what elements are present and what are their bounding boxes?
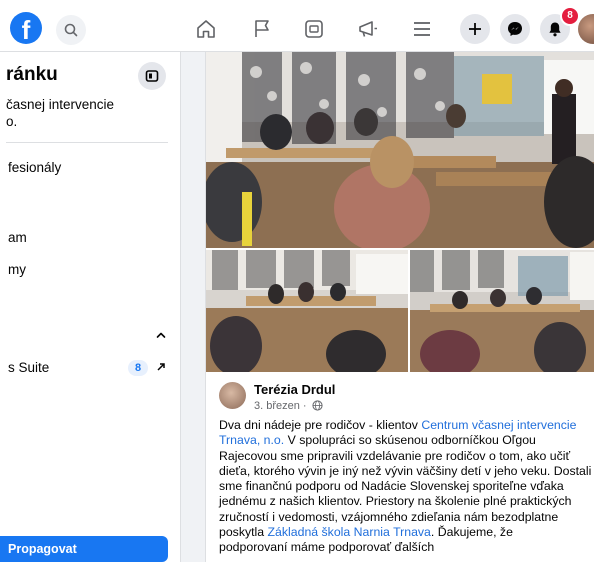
post-date[interactable]: 3. březen ·	[254, 400, 307, 412]
account-avatar[interactable]	[578, 14, 594, 44]
sidebar-item-my[interactable]: my	[8, 262, 26, 277]
post-photo-2[interactable]	[206, 250, 408, 372]
post-body: Dva dni nádeje pre rodičov - klientov Ce…	[219, 418, 594, 556]
search-button[interactable]	[56, 15, 86, 45]
promote-button[interactable]: Propagovat	[0, 536, 168, 562]
plus-icon	[469, 23, 481, 35]
post-paragraph-2: zručností i vedomosti, vzájomného zdieľa…	[219, 510, 594, 541]
post-paragraph-1: Dva dni nádeje pre rodičov - klientov Ce…	[219, 418, 594, 510]
business-suite-count-badge: 8	[128, 360, 148, 376]
search-icon	[64, 23, 78, 37]
sidebar-page-name-line2: o.	[6, 114, 18, 129]
flag-icon[interactable]	[250, 17, 274, 41]
messenger-button[interactable]	[500, 14, 530, 44]
sidebar-item-business-suite[interactable]: s Suite	[8, 360, 49, 375]
mention-link-zakladna-skola[interactable]: Základná škola Narnia Trnava	[268, 525, 431, 539]
home-icon[interactable]	[194, 17, 218, 41]
post-paragraph-3: podporovaní máme podporovať ďalších	[219, 540, 435, 555]
sidebar-divider	[6, 142, 168, 143]
notification-count-badge: 8	[560, 6, 580, 26]
chevron-up-icon[interactable]	[154, 328, 168, 342]
messenger-icon	[508, 22, 522, 36]
post-text-segment: Dva dni nádeje pre rodičov - klientov	[219, 418, 422, 432]
sidebar-page-name-line1: časnej intervencie	[6, 97, 115, 112]
facebook-logo[interactable]: f	[10, 12, 42, 44]
post-card: Terézia Drdul 3. březen · Dva dni nádeje…	[205, 52, 594, 562]
post-text-segment: . Ďakujeme, že	[430, 525, 513, 540]
video-icon[interactable]	[302, 17, 326, 41]
sidebar-title: ránku	[6, 64, 58, 85]
author-avatar[interactable]	[219, 382, 246, 409]
sidebar-toggle-button[interactable]	[138, 62, 166, 90]
post-photo-main[interactable]	[206, 52, 594, 248]
post-author[interactable]: Terézia Drdul	[254, 382, 335, 397]
top-navigation-bar: f 8	[0, 0, 594, 52]
create-button[interactable]	[460, 14, 490, 44]
sidebar-item-professionals[interactable]: fesionály	[8, 160, 61, 175]
megaphone-icon[interactable]	[356, 17, 380, 41]
sidebar-item-am[interactable]: am	[8, 230, 27, 245]
page-sidebar: ránku časnej intervencie o. fesionály am…	[0, 52, 181, 562]
globe-icon	[312, 400, 323, 411]
external-link-icon[interactable]	[154, 360, 168, 374]
panel-toggle-icon	[145, 70, 159, 82]
menu-icon[interactable]	[410, 17, 434, 41]
post-photo-3[interactable]	[410, 250, 594, 372]
sidebar-page-name: časnej intervencie o.	[6, 96, 176, 130]
